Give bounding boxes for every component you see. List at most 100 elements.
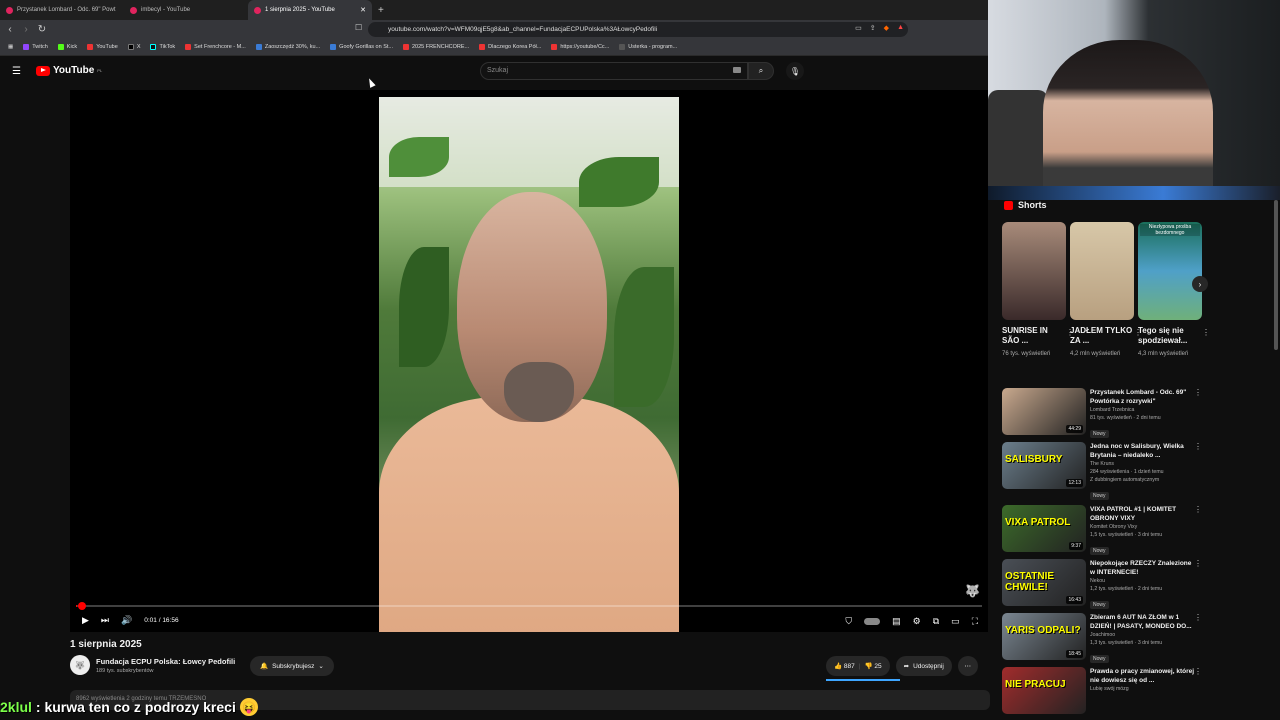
volume-icon[interactable]: 🔊 <box>121 615 132 626</box>
like-dislike-pill: 👍 887 | 👎 25 <box>826 656 890 676</box>
back-icon[interactable]: ‹ <box>4 24 16 35</box>
recommended-channel: Nekou <box>1090 578 1105 584</box>
search-button[interactable]: ⌕ <box>748 62 774 80</box>
url-text: youtube.com/watch?v=WFM09qjE5g8&ab_chann… <box>388 26 658 33</box>
youtube-icon <box>87 44 94 50</box>
bookmark-item[interactable]: Set Frenchcore - M... <box>185 44 246 50</box>
channel-row: 🐺 Fundacja ECPU Polska: Łowcy Pedofili 1… <box>70 655 235 675</box>
bookmark-item[interactable]: X <box>127 44 140 50</box>
channel-avatar[interactable]: 🐺 <box>70 655 90 675</box>
brave-shield-icon[interactable]: ◆ <box>884 24 889 32</box>
more-dots-icon[interactable]: ⋮ <box>1194 442 1202 451</box>
recommended-video[interactable]: 44:29 Przystanek Lombard - Odc. 69" Powtó… <box>1002 388 1202 440</box>
more-dots-icon[interactable]: ⋮ <box>1194 505 1202 514</box>
short-thumbnail <box>1070 222 1134 320</box>
channel-watermark-icon[interactable]: 🐺 <box>965 584 980 598</box>
miniplayer-icon[interactable]: ⧉ <box>933 616 939 627</box>
bookmark-label: Twitch <box>32 44 48 50</box>
more-dots-icon[interactable]: ⋮ <box>1194 388 1202 397</box>
video-thumbnail: 44:29 <box>1002 388 1086 435</box>
rewards-icon[interactable]: ▲ <box>897 24 904 32</box>
short-item[interactable]: JADŁEM TYLKO ZA ... 4,2 mln wyświetleń ⋮ <box>1070 222 1142 358</box>
subscribe-button[interactable]: 🔔 Subskrybujesz ⌄ <box>250 656 334 676</box>
video-thumbnail: OSTATNIE CHWILE! 16:43 <box>1002 559 1086 606</box>
bookmark-label: Usterka - program... <box>628 44 678 50</box>
laughing-emoji-icon: 😝 <box>239 698 258 716</box>
search-input[interactable]: Szukaj <box>480 62 748 80</box>
apps-grid-icon[interactable]: ▦ <box>8 44 13 50</box>
progress-fill <box>76 605 77 607</box>
progress-bar[interactable] <box>76 602 982 610</box>
recommended-video[interactable]: YARIS ODPALI? 18:45 Zbieram 6 AUT NA ZŁOM … <box>1002 613 1202 665</box>
tab-1[interactable]: Przystanek Lombard - Odc. 69" Powt <box>0 0 124 20</box>
webcam-chair <box>988 90 1048 200</box>
forward-icon[interactable]: › <box>20 24 32 35</box>
url-field[interactable]: youtube.com/watch?v=WFM09qjE5g8&ab_chann… <box>368 22 908 37</box>
share-icon[interactable]: ⇪ <box>870 24 876 32</box>
short-item[interactable]: SUNRISE IN SÃO ... 76 tys. wyświetleń ⋮ <box>1002 222 1074 358</box>
more-dots-icon[interactable]: ⋮ <box>1194 613 1202 622</box>
kick-icon <box>57 44 64 50</box>
bookmark-item[interactable]: https://youtube/Cc... <box>551 44 609 50</box>
bookmark-item[interactable]: 2025 FRENCHCORE... <box>402 44 469 50</box>
bookmark-label: TikTok <box>159 44 176 50</box>
shorts-next-button[interactable]: › <box>1192 276 1208 292</box>
menu-hamburger-icon[interactable]: ☰ <box>12 66 22 77</box>
short-title: JADŁEM TYLKO ZA ... <box>1070 326 1133 345</box>
cast-icon[interactable]: ▭ <box>855 24 862 32</box>
recommended-video[interactable]: SALISBURY 12:13 Jedna noc w Salisbury, Wie… <box>1002 442 1202 500</box>
bookmark-item[interactable]: Zaoszczędź 30%, ku... <box>255 44 320 50</box>
bookmark-item[interactable]: YouTube <box>87 44 118 50</box>
browser-tab-bar: Przystanek Lombard - Odc. 69" Powt imbec… <box>0 0 990 20</box>
dislike-button[interactable]: 👎 25 <box>864 662 881 670</box>
like-button[interactable]: 👍 887 <box>834 662 855 670</box>
theater-mode-icon[interactable]: ▭ <box>951 616 960 627</box>
bookmark-label: Kick <box>66 44 78 50</box>
short-views: 4,2 mln wyświetleń <box>1070 351 1121 357</box>
sidebar-scrollbar[interactable] <box>1274 200 1278 350</box>
more-dots-icon[interactable]: ⋮ <box>1202 328 1210 337</box>
recommended-video[interactable]: VIXA PATROL 9:37 VIXA PATROL #1 | KOMITET … <box>1002 505 1202 557</box>
share-button[interactable]: ➦ Udostępnij <box>895 656 952 676</box>
shield-icon[interactable]: ⛉ <box>845 616 852 627</box>
reload-icon[interactable]: ↻ <box>36 24 48 35</box>
video-info: Zbieram 6 AUT NA ZŁOM w 1 DZIEŃ! | PASAT… <box>1090 613 1196 665</box>
recommended-extra: Z dubbingiem automatycznym <box>1090 477 1160 483</box>
short-item[interactable]: Niezłypowa prośba bezdomnego Tego się ni… <box>1138 222 1210 358</box>
chat-username: 2klul <box>0 699 32 715</box>
recommended-video[interactable]: NIE PRACUJ Prawda o pracy zmianowej, któr… <box>1002 667 1202 719</box>
video-leaves <box>579 157 659 207</box>
bookmark-item[interactable]: Twitch <box>23 44 48 50</box>
autoplay-toggle[interactable] <box>864 618 881 625</box>
tab-3-active[interactable]: 1 sierpnia 2025 - YouTube ✕ <box>248 0 372 20</box>
next-icon[interactable]: ⏭ <box>101 615 109 626</box>
tab-2[interactable]: imbecyl - YouTube <box>124 0 248 20</box>
bookmark-item[interactable]: Goofy Gorillas on St... <box>330 44 393 50</box>
channel-name[interactable]: Fundacja ECPU Polska: Łowcy Pedofili <box>96 657 235 666</box>
more-dots-icon[interactable]: ⋮ <box>1194 667 1202 676</box>
bookmark-item[interactable]: Dlaczego Korea Pół... <box>479 44 541 50</box>
voice-search-button[interactable]: 🎙 <box>786 62 804 80</box>
settings-gear-icon[interactable]: ⚙ <box>913 616 921 627</box>
close-tab-icon[interactable]: ✕ <box>360 6 366 14</box>
more-actions-button[interactable]: ⋯ <box>957 656 978 676</box>
video-frame <box>379 97 679 632</box>
bookmark-item[interactable]: Kick <box>57 44 78 50</box>
video-player[interactable]: 🐺 ▶ ⏭ 🔊 0:01 / 16:56 ⛉ ▤ ⚙ ⧉ ▭ ⛶ <box>70 90 988 632</box>
bookmark-item[interactable]: TikTok <box>150 44 175 50</box>
more-dots-icon[interactable]: ⋮ <box>1194 559 1202 568</box>
fullscreen-icon[interactable]: ⛶ <box>972 616 978 627</box>
subtitles-icon[interactable]: ▤ <box>892 616 901 627</box>
subscriber-count: 189 tys. subskrybentów <box>96 667 154 674</box>
bookmark-star-icon[interactable]: ☐ <box>355 23 362 32</box>
youtube-logo[interactable]: YouTube PL <box>36 65 102 76</box>
recommended-video[interactable]: OSTATNIE CHWILE! 16:43 Niepokojące RZECZY … <box>1002 559 1202 611</box>
bookmark-item[interactable]: Usterka - program... <box>619 44 677 50</box>
keyboard-icon[interactable] <box>733 67 741 73</box>
new-tab-icon[interactable]: + <box>372 5 390 16</box>
play-icon[interactable]: ▶ <box>82 615 89 626</box>
video-leaves <box>399 247 449 367</box>
recommended-channel: Lubię swój mózg <box>1090 686 1129 692</box>
youtube-icon <box>185 44 192 50</box>
duration-badge: 44:29 <box>1066 425 1083 433</box>
